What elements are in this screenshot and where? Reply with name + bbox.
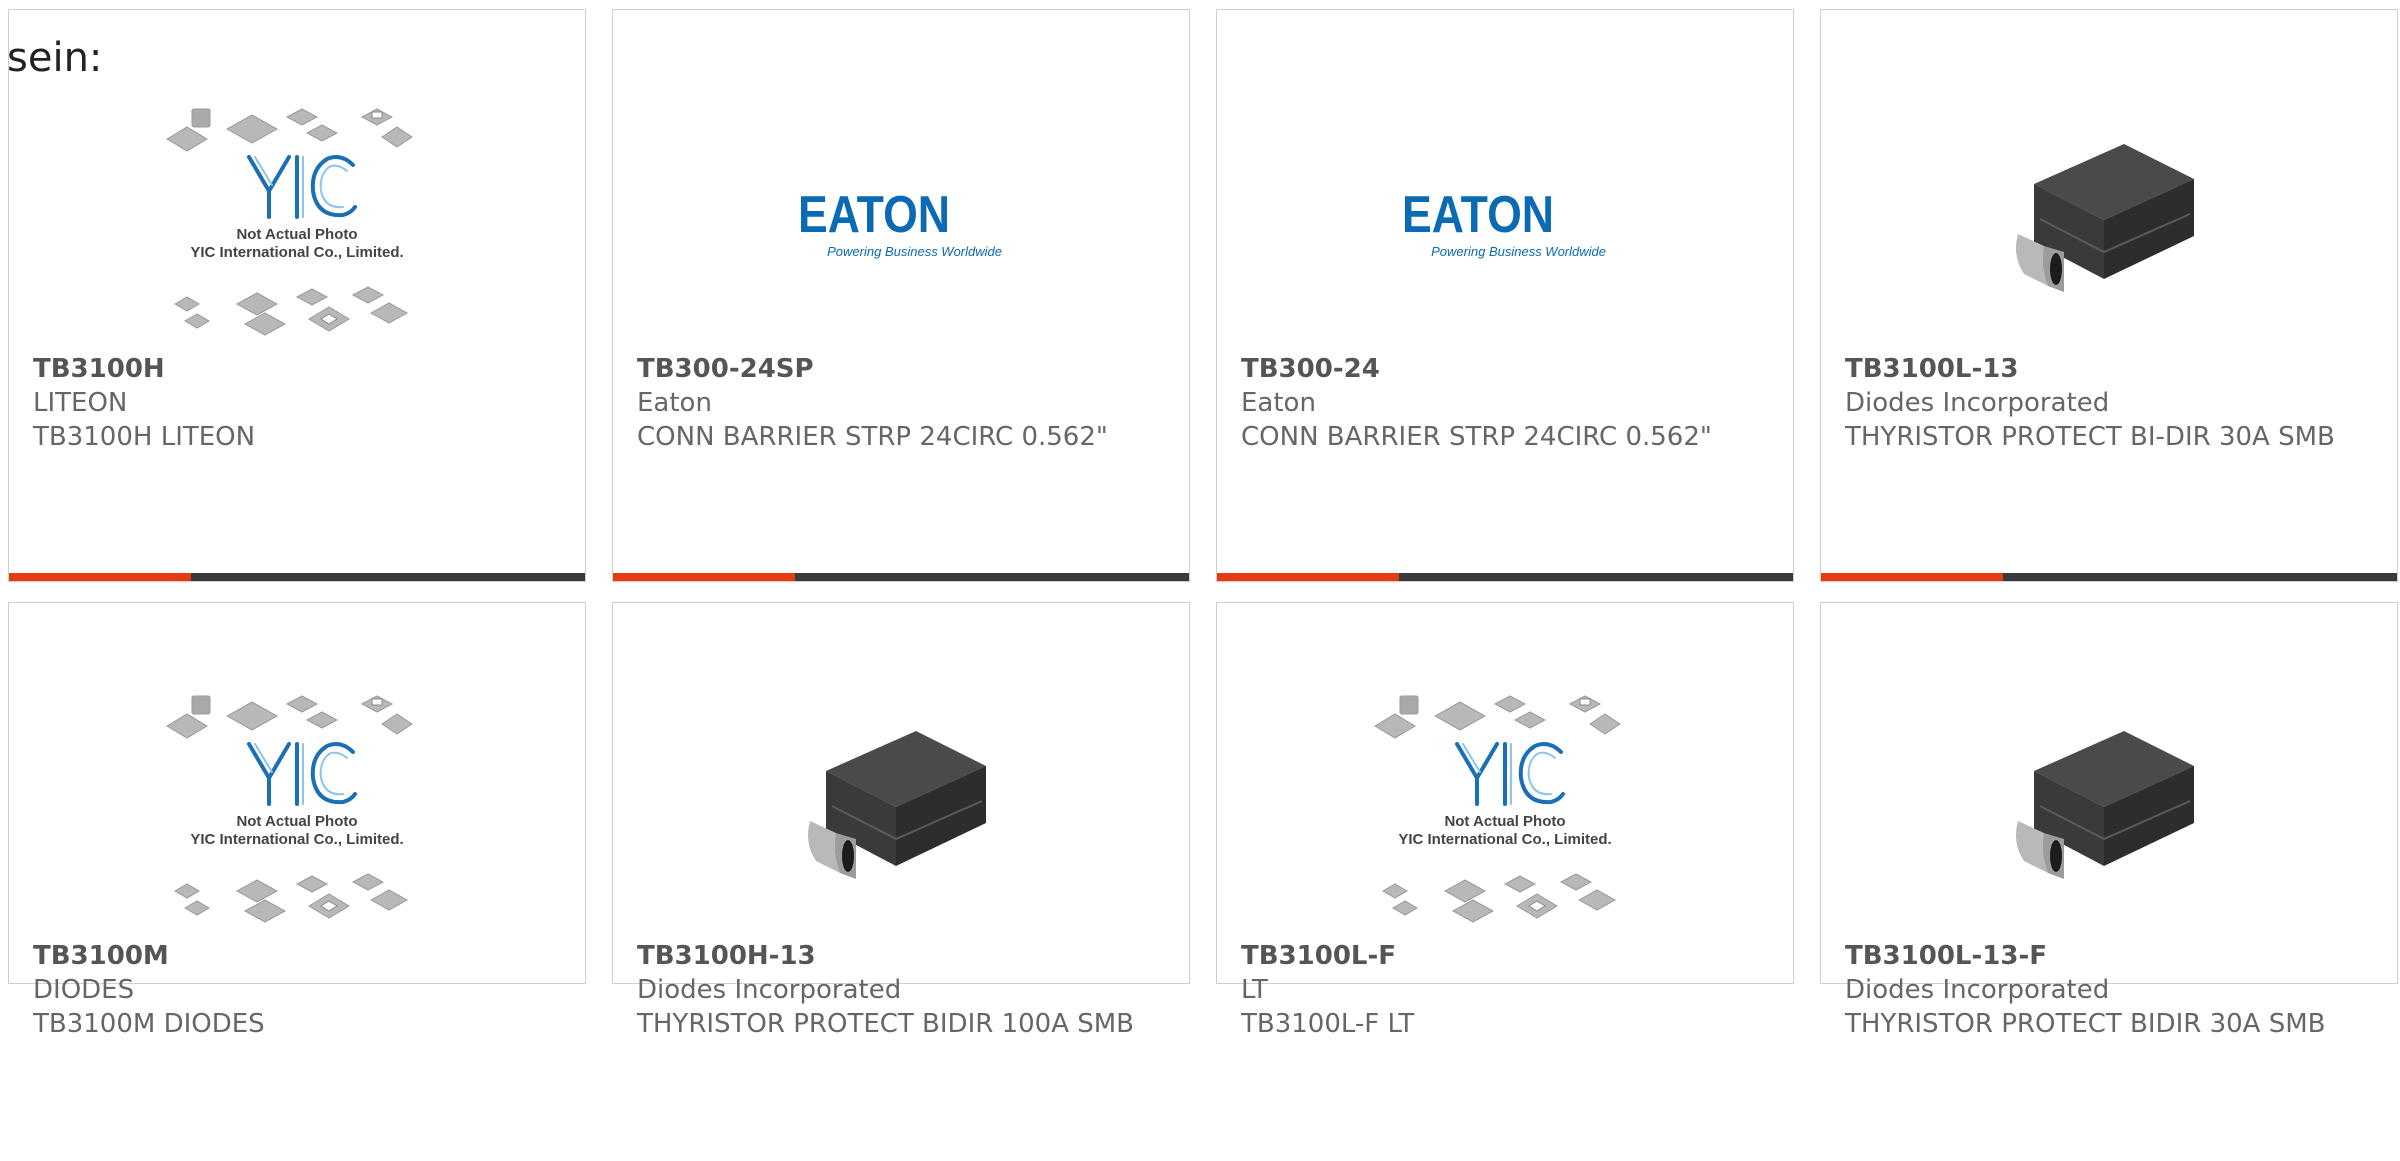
part-number-link[interactable]: TB3100H: [33, 352, 561, 386]
product-image[interactable]: Not Actual Photo YIC International Co., …: [9, 683, 585, 939]
part-number-link[interactable]: TB3100H-13: [637, 939, 1165, 973]
product-card[interactable]: Not Actual Photo YIC International Co., …: [1216, 602, 1794, 1039]
manufacturer-name: LT: [1241, 975, 1268, 1005]
manufacturer-name: Diodes Incorporated: [637, 975, 902, 1005]
not-actual-photo-image: Not Actual Photo YIC International Co., …: [166, 695, 413, 923]
product-info: TB3100L-F LT TB3100L-F LT: [1241, 939, 1769, 1041]
product-card[interactable]: TB3100L-13 Diodes Incorporated THYRISTOR P…: [1820, 9, 2398, 582]
not-actual-photo-text: Not Actual Photo: [1444, 813, 1565, 830]
product-info: TB3100L-13 Diodes Incorporated THYRISTOR P…: [1845, 352, 2373, 454]
part-number-link[interactable]: TB3100L-13-F: [1845, 939, 2373, 973]
card-bottom-bar: [1217, 573, 1793, 581]
product-card[interactable]: TB3100H-13 Diodes Incorporated THYRISTOR P…: [612, 602, 1190, 1039]
not-actual-photo-image: Not Actual Photo YIC International Co., …: [1374, 695, 1621, 923]
eaton-logo-text: EATON: [798, 186, 950, 244]
product-info: TB3100H-13 Diodes Incorporated THYRISTOR P…: [637, 939, 1165, 1041]
not-actual-photo-text: Not Actual Photo: [236, 813, 357, 830]
product-image[interactable]: EATON Powering Business Worldwide: [613, 96, 1189, 352]
product-info: TB300-24 Eaton CONN BARRIER STRP 24CIRC 0.…: [1241, 352, 1769, 454]
eaton-logo-image: EATON Powering Business Worldwide: [1402, 186, 1606, 259]
product-image[interactable]: Not Actual Photo YIC International Co., …: [9, 96, 585, 352]
eaton-logo-image: EATON Powering Business Worldwide: [798, 186, 1002, 259]
product-image[interactable]: EATON Powering Business Worldwide: [1217, 96, 1793, 352]
product-description: CONN BARRIER STRP 24CIRC 0.562": [637, 422, 1108, 452]
product-card[interactable]: EATON Powering Business Worldwide TB300-…: [612, 9, 1190, 582]
product-info: TB3100M DIODES TB3100M DIODES: [33, 939, 561, 1041]
product-card[interactable]: Not Actual Photo YIC International Co., …: [8, 602, 586, 1039]
product-card[interactable]: TB3100L-13-F Diodes Incorporated THYRISTOR…: [1820, 602, 2398, 1039]
part-number-link[interactable]: TB300-24SP: [637, 352, 1165, 386]
intro-text: sein:: [7, 35, 103, 81]
product-card[interactable]: EATON Powering Business Worldwide TB300-…: [1216, 9, 1794, 582]
card-accent-bar: [613, 573, 795, 581]
smb-package-image: [2016, 731, 2194, 879]
card-accent-bar: [1217, 573, 1399, 581]
card-accent-bar: [1821, 573, 2003, 581]
smb-package-image: [2016, 144, 2194, 292]
manufacturer-name: Eaton: [1241, 388, 1316, 418]
card-bottom-bar: [613, 573, 1189, 581]
product-info: TB3100H LITEON TB3100H LITEON: [33, 352, 561, 454]
product-info: TB300-24SP Eaton CONN BARRIER STRP 24CIRC …: [637, 352, 1165, 454]
manufacturer-name: Diodes Incorporated: [1845, 388, 2110, 418]
product-grid: Not Actual Photo YIC International Co., …: [8, 9, 2398, 1039]
product-description: CONN BARRIER STRP 24CIRC 0.562": [1241, 422, 1712, 452]
card-bottom-bar: [9, 573, 585, 581]
product-card[interactable]: Not Actual Photo YIC International Co., …: [8, 9, 586, 582]
product-description: THYRISTOR PROTECT BI-DIR 30A SMB: [1845, 422, 2335, 452]
product-info: TB3100L-13-F Diodes Incorporated THYRISTOR…: [1845, 939, 2373, 1041]
product-image[interactable]: [1821, 96, 2397, 352]
yic-company-text: YIC International Co., Limited.: [1398, 831, 1611, 848]
product-description: THYRISTOR PROTECT BIDIR 100A SMB: [637, 1009, 1135, 1039]
card-accent-bar: [9, 573, 191, 581]
manufacturer-name: LITEON: [33, 388, 128, 418]
product-description: TB3100M DIODES: [33, 1009, 265, 1039]
eaton-logo-text: EATON: [1402, 186, 1554, 244]
manufacturer-name: Diodes Incorporated: [1845, 975, 2110, 1005]
yic-company-text: YIC International Co., Limited.: [190, 244, 403, 261]
part-number-link[interactable]: TB3100M: [33, 939, 561, 973]
eaton-tagline-text: Powering Business Worldwide: [1431, 244, 1606, 259]
part-number-link[interactable]: TB300-24: [1241, 352, 1769, 386]
product-image[interactable]: [613, 683, 1189, 939]
manufacturer-name: DIODES: [33, 975, 135, 1005]
product-grid-page: sein: Not Actual Photo YIC International…: [0, 0, 2400, 1161]
product-description: THYRISTOR PROTECT BIDIR 30A SMB: [1845, 1009, 2326, 1039]
card-bottom-bar: [1821, 573, 2397, 581]
part-number-link[interactable]: TB3100L-F: [1241, 939, 1769, 973]
manufacturer-name: Eaton: [637, 388, 712, 418]
smb-package-image: [808, 731, 986, 879]
product-image[interactable]: Not Actual Photo YIC International Co., …: [1217, 683, 1793, 939]
product-description: TB3100L-F LT: [1241, 1009, 1415, 1039]
yic-company-text: YIC International Co., Limited.: [190, 831, 403, 848]
not-actual-photo-text: Not Actual Photo: [236, 226, 357, 243]
product-image[interactable]: [1821, 683, 2397, 939]
eaton-tagline-text: Powering Business Worldwide: [827, 244, 1002, 259]
product-description: TB3100H LITEON: [33, 422, 256, 452]
not-actual-photo-image: Not Actual Photo YIC International Co., …: [166, 108, 413, 336]
part-number-link[interactable]: TB3100L-13: [1845, 352, 2373, 386]
